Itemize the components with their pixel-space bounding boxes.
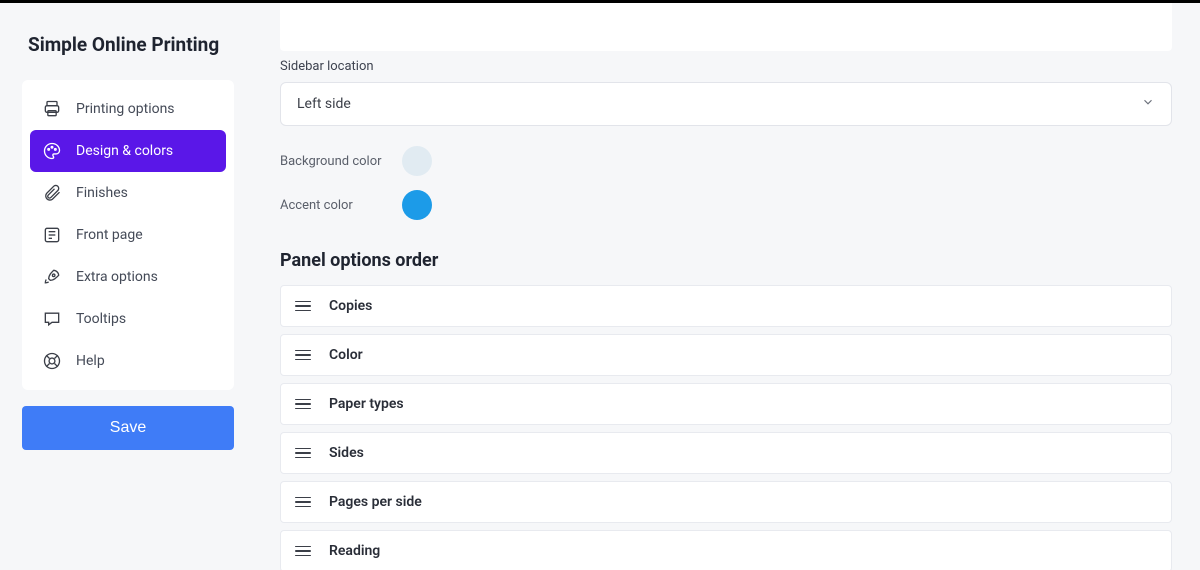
sidebar-item-label: Help xyxy=(76,353,105,369)
sidebar-item-label: Printing options xyxy=(76,101,175,117)
accent-color-row: Accent color xyxy=(280,190,1172,220)
drag-handle-icon[interactable] xyxy=(295,497,311,508)
sidebar-item-front-page[interactable]: Front page xyxy=(30,214,226,256)
background-color-row: Background color xyxy=(280,146,1172,176)
drag-handle-icon[interactable] xyxy=(295,301,311,312)
sidebar-location-label: Sidebar location xyxy=(280,59,1172,74)
panel-option-row[interactable]: Sides xyxy=(280,432,1172,474)
sidebar-item-printing-options[interactable]: Printing options xyxy=(30,88,226,130)
panel-option-row[interactable]: Paper types xyxy=(280,383,1172,425)
panel-option-label: Paper types xyxy=(329,396,404,412)
sidebar-item-tooltips[interactable]: Tooltips xyxy=(30,298,226,340)
panel-option-row[interactable]: Color xyxy=(280,334,1172,376)
help-icon xyxy=(42,351,62,371)
save-button[interactable]: Save xyxy=(22,406,234,450)
top-panel xyxy=(280,3,1172,51)
panel-option-label: Copies xyxy=(329,298,372,314)
background-color-label: Background color xyxy=(280,154,388,169)
sidebar: Simple Online Printing Printing options … xyxy=(0,3,248,570)
sidebar-location-select[interactable]: Left side xyxy=(280,82,1172,126)
sidebar-item-label: Tooltips xyxy=(76,311,126,327)
newspaper-icon xyxy=(42,225,62,245)
panel-option-label: Sides xyxy=(329,445,364,461)
sidebar-item-help[interactable]: Help xyxy=(30,340,226,382)
panel-option-row[interactable]: Copies xyxy=(280,285,1172,327)
drag-handle-icon[interactable] xyxy=(295,448,311,459)
panel-option-label: Reading xyxy=(329,543,380,559)
sidebar-location-value: Left side xyxy=(297,96,351,112)
sidebar-item-label: Front page xyxy=(76,227,143,243)
sidebar-nav: Printing options Design & colors Finishe… xyxy=(22,80,234,390)
drag-handle-icon[interactable] xyxy=(295,399,311,410)
app-title: Simple Online Printing xyxy=(0,3,248,80)
sidebar-item-label: Extra options xyxy=(76,269,158,285)
panel-options-list: Copies Color Paper types Sides Pages per sid… xyxy=(280,285,1172,570)
sidebar-item-design-colors[interactable]: Design & colors xyxy=(30,130,226,172)
chevron-down-icon xyxy=(1141,95,1155,113)
panel-option-label: Pages per side xyxy=(329,494,422,510)
sidebar-item-label: Design & colors xyxy=(76,143,173,159)
printer-icon xyxy=(42,99,62,119)
accent-color-swatch[interactable] xyxy=(402,190,432,220)
panel-option-label: Color xyxy=(329,347,363,363)
sidebar-item-label: Finishes xyxy=(76,185,128,201)
drag-handle-icon[interactable] xyxy=(295,546,311,557)
background-color-swatch[interactable] xyxy=(402,146,432,176)
panel-options-heading: Panel options order xyxy=(280,250,1172,271)
main-content: Sidebar location Left side Background co… xyxy=(248,3,1200,570)
rocket-icon xyxy=(42,267,62,287)
panel-option-row[interactable]: Pages per side xyxy=(280,481,1172,523)
drag-handle-icon[interactable] xyxy=(295,350,311,361)
message-icon xyxy=(42,309,62,329)
panel-option-row[interactable]: Reading xyxy=(280,530,1172,570)
paperclip-icon xyxy=(42,183,62,203)
palette-icon xyxy=(42,141,62,161)
accent-color-label: Accent color xyxy=(280,198,388,213)
sidebar-item-finishes[interactable]: Finishes xyxy=(30,172,226,214)
sidebar-item-extra-options[interactable]: Extra options xyxy=(30,256,226,298)
